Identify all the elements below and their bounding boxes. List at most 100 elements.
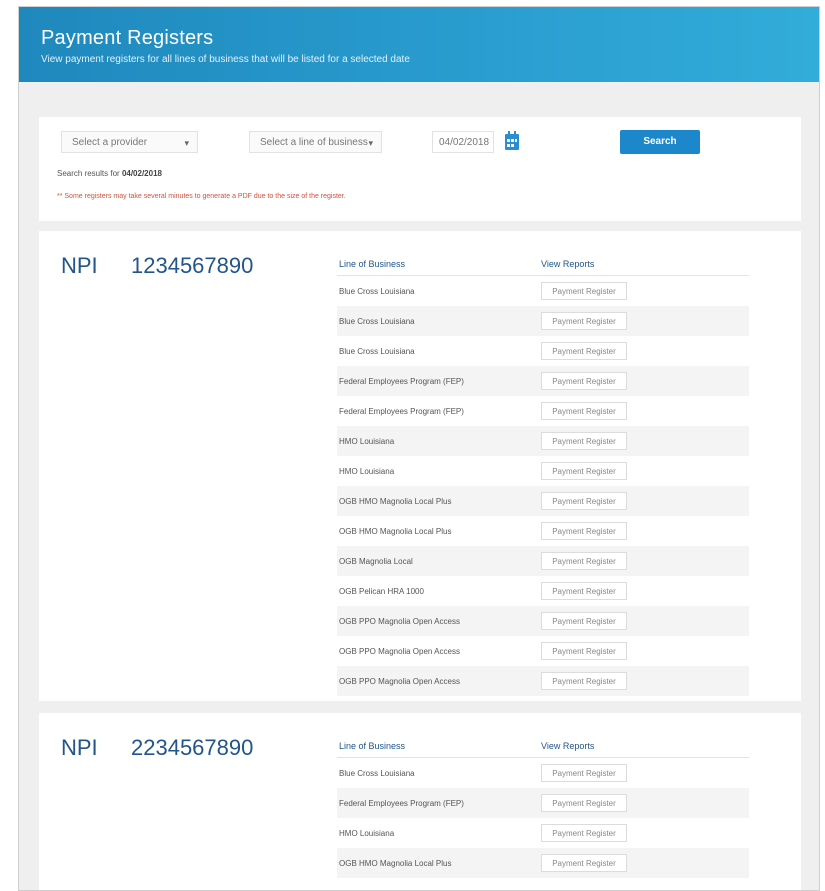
reports-cell: Payment Register: [541, 824, 627, 842]
table-row: Federal Employees Program (FEP) Payment R…: [337, 788, 749, 818]
reports-cell: Payment Register: [541, 552, 627, 570]
column-header-reports: View Reports: [541, 741, 595, 751]
column-header-lob: Line of Business: [339, 259, 406, 269]
lob-cell: OGB HMO Magnolia Local Plus: [339, 496, 452, 506]
payment-register-button[interactable]: Payment Register: [541, 402, 627, 420]
reports-cell: Payment Register: [541, 462, 627, 480]
reports-cell: Payment Register: [541, 402, 627, 420]
lob-select-label: Select a line of business: [260, 137, 368, 148]
table-row: OGB HMO Magnolia Local Plus Payment Regis…: [337, 848, 749, 878]
payment-register-button[interactable]: Payment Register: [541, 462, 627, 480]
lob-cell: OGB PPO Magnolia Open Access: [339, 676, 460, 686]
payment-register-button[interactable]: Payment Register: [541, 522, 627, 540]
reports-cell: Payment Register: [541, 854, 627, 872]
column-header-lob: Line of Business: [339, 741, 406, 751]
table-row: HMO Louisiana Payment Register: [337, 818, 749, 848]
reports-cell: Payment Register: [541, 764, 627, 782]
calendar-icon[interactable]: [504, 131, 520, 151]
table-row: OGB PPO Magnolia Open Access Payment Regi…: [337, 636, 749, 666]
npi-label: NPI: [61, 735, 98, 760]
lob-cell: Blue Cross Louisiana: [339, 768, 415, 778]
lob-cell: OGB Magnolia Local: [339, 556, 413, 566]
lob-cell: OGB PPO Magnolia Open Access: [339, 616, 460, 626]
reports-cell: Payment Register: [541, 372, 627, 390]
chevron-down-icon: ▾: [368, 138, 373, 148]
lob-cell: OGB HMO Magnolia Local Plus: [339, 526, 452, 536]
lob-cell: Federal Employees Program (FEP): [339, 376, 464, 386]
lob-cell: Blue Cross Louisiana: [339, 316, 415, 326]
npi-number: 1234567890: [131, 253, 254, 278]
payment-register-button[interactable]: Payment Register: [541, 282, 627, 300]
reports-cell: Payment Register: [541, 522, 627, 540]
reports-cell: Payment Register: [541, 492, 627, 510]
search-results-label: Search results for 04/02/2018: [57, 169, 162, 178]
reports-cell: Payment Register: [541, 312, 627, 330]
page-subtitle: View payment registers for all lines of …: [41, 54, 410, 65]
page-title: Payment Registers: [41, 27, 214, 49]
reports-cell: Payment Register: [541, 282, 627, 300]
payment-register-button[interactable]: Payment Register: [541, 672, 627, 690]
lob-cell: Federal Employees Program (FEP): [339, 798, 464, 808]
payment-register-button[interactable]: Payment Register: [541, 794, 627, 812]
table-row: Blue Cross Louisiana Payment Register: [337, 306, 749, 336]
payment-register-button[interactable]: Payment Register: [541, 312, 627, 330]
table-row: OGB Magnolia Local Payment Register: [337, 546, 749, 576]
register-table: Line of Business View Reports Blue Cross…: [337, 737, 749, 878]
lob-cell: HMO Louisiana: [339, 436, 395, 446]
app-window: Payment Registers View payment registers…: [18, 6, 820, 891]
search-panel: Select a provider ▾ Select a line of bus…: [39, 117, 801, 221]
table-row: Federal Employees Program (FEP) Payment R…: [337, 396, 749, 426]
payment-register-button[interactable]: Payment Register: [541, 492, 627, 510]
table-row: HMO Louisiana Payment Register: [337, 456, 749, 486]
payment-register-button[interactable]: Payment Register: [541, 824, 627, 842]
payment-register-button[interactable]: Payment Register: [541, 582, 627, 600]
provider-select-label: Select a provider: [72, 137, 148, 148]
lob-cell: HMO Louisiana: [339, 466, 395, 476]
payment-register-button[interactable]: Payment Register: [541, 372, 627, 390]
payment-register-button[interactable]: Payment Register: [541, 854, 627, 872]
payment-register-button[interactable]: Payment Register: [541, 764, 627, 782]
reports-cell: Payment Register: [541, 432, 627, 450]
results-date: 04/02/2018: [121, 169, 162, 178]
payment-register-button[interactable]: Payment Register: [541, 552, 627, 570]
table-header: Line of Business View Reports: [337, 737, 749, 758]
search-button[interactable]: Search: [620, 130, 700, 154]
table-row: Blue Cross Louisiana Payment Register: [337, 276, 749, 306]
payment-register-button[interactable]: Payment Register: [541, 612, 627, 630]
lob-cell: HMO Louisiana: [339, 828, 395, 838]
reports-cell: Payment Register: [541, 612, 627, 630]
payment-register-button[interactable]: Payment Register: [541, 342, 627, 360]
table-row: OGB PPO Magnolia Open Access Payment Regi…: [337, 666, 749, 696]
lob-cell: OGB PPO Magnolia Open Access: [339, 646, 460, 656]
table-row: OGB HMO Magnolia Local Plus Payment Regis…: [337, 516, 749, 546]
reports-cell: Payment Register: [541, 794, 627, 812]
line-of-business-select[interactable]: Select a line of business ▾: [249, 131, 382, 153]
reports-cell: Payment Register: [541, 342, 627, 360]
lob-cell: Blue Cross Louisiana: [339, 346, 415, 356]
table-row: OGB HMO Magnolia Local Plus Payment Regis…: [337, 486, 749, 516]
payment-register-button[interactable]: Payment Register: [541, 432, 627, 450]
npi-card: NPI 2234567890 Line of Business View Rep…: [39, 713, 801, 890]
register-table: Line of Business View Reports Blue Cross…: [337, 255, 749, 696]
lob-cell: Federal Employees Program (FEP): [339, 406, 464, 416]
provider-select[interactable]: Select a provider ▾: [61, 131, 198, 153]
lob-cell: OGB HMO Magnolia Local Plus: [339, 858, 452, 868]
chevron-down-icon: ▾: [184, 138, 189, 148]
npi-number: 2234567890: [131, 735, 254, 760]
date-input[interactable]: 04/02/2018: [432, 131, 494, 153]
results-prefix: Search results for: [57, 169, 120, 178]
reports-cell: Payment Register: [541, 672, 627, 690]
page-header: Payment Registers View payment registers…: [19, 7, 819, 82]
table-row: OGB Pelican HRA 1000 Payment Register: [337, 576, 749, 606]
column-header-reports: View Reports: [541, 259, 595, 269]
table-row: OGB PPO Magnolia Open Access Payment Regi…: [337, 606, 749, 636]
table-row: Blue Cross Louisiana Payment Register: [337, 336, 749, 366]
payment-register-button[interactable]: Payment Register: [541, 642, 627, 660]
npi-label: NPI: [61, 253, 98, 278]
reports-cell: Payment Register: [541, 642, 627, 660]
reports-cell: Payment Register: [541, 582, 627, 600]
size-warning: ** Some registers may take several minut…: [57, 193, 346, 200]
table-row: Blue Cross Louisiana Payment Register: [337, 758, 749, 788]
npi-card: NPI 1234567890 Line of Business View Rep…: [39, 231, 801, 701]
lob-cell: OGB Pelican HRA 1000: [339, 586, 424, 596]
